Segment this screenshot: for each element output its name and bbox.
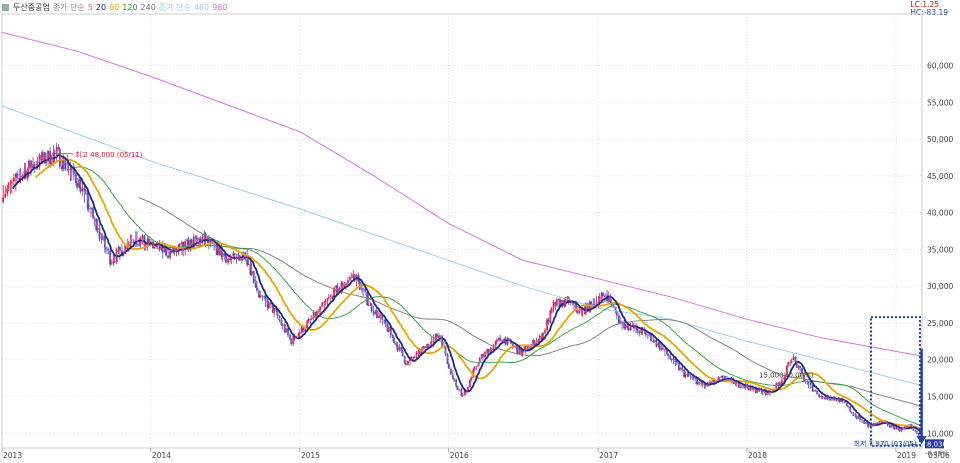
candle-body — [218, 246, 221, 256]
x-tick-label: 2013 — [3, 451, 22, 460]
y-tick-label: 35,000 — [927, 245, 953, 254]
candle-body — [167, 255, 169, 258]
candle-body — [378, 316, 380, 318]
candle-body — [550, 307, 553, 311]
candle-body — [235, 254, 238, 256]
y-tick-label: 20,000 — [927, 356, 953, 365]
candle-body — [83, 187, 86, 191]
x-tick-label: 2018 — [748, 451, 767, 460]
y-tick-label: 55,000 — [927, 98, 953, 107]
y-tick-label: 40,000 — [927, 209, 953, 218]
candle-body — [722, 375, 724, 377]
candle-body — [756, 391, 759, 393]
candle-body — [372, 311, 375, 315]
y-tick-label: 45,000 — [927, 172, 953, 181]
ma5-line — [4, 148, 922, 439]
last-price-label: 8,030 — [927, 440, 947, 448]
candle-body — [41, 152, 44, 161]
candle-body — [602, 292, 604, 296]
y-tick-label: 50,000 — [927, 135, 953, 144]
ma60-line — [35, 158, 923, 431]
candle-body — [830, 399, 832, 401]
candle-body — [88, 208, 90, 210]
y-tick-label: 25,000 — [927, 319, 953, 328]
candle-body — [76, 183, 78, 188]
candle-body — [130, 241, 133, 243]
x-tick-label: 2016 — [450, 451, 469, 460]
candle-body — [2, 197, 5, 203]
y-tick-label: 15,000 — [927, 393, 953, 402]
candle-body — [259, 295, 262, 298]
candle-body — [578, 309, 581, 314]
price-plot: 10,000 15,000 20,000 25,000 30,000 35,000 40,0… — [1, 13, 953, 460]
last-change-label: -0.49% — [925, 449, 948, 457]
ma120-line — [69, 166, 923, 427]
candle-body — [619, 321, 621, 323]
candle-body — [612, 306, 615, 308]
high-label: 최고 48,000 (05/11) — [75, 150, 143, 159]
x-tick-label: 2015 — [301, 451, 320, 460]
candle-body — [739, 386, 741, 388]
candle-body — [28, 160, 30, 169]
candle-body — [898, 429, 901, 432]
candle-body — [367, 305, 370, 307]
ma20-line — [12, 153, 923, 435]
candle-body — [237, 254, 240, 256]
candle-body — [247, 264, 250, 265]
candle-body — [119, 247, 121, 251]
candle-body — [254, 282, 257, 288]
x-tick-label: 2017 — [599, 451, 618, 460]
candle-body — [672, 358, 675, 360]
candle-body — [178, 243, 181, 245]
candle-body — [96, 228, 99, 230]
mid-label: 15,000 (0.00%) — [759, 371, 814, 379]
candle-body — [741, 386, 743, 388]
candle-body — [246, 259, 249, 265]
candle-body — [376, 310, 378, 318]
candle-body — [113, 261, 116, 263]
ma960-line — [1, 31, 923, 357]
candle-body — [312, 312, 315, 319]
candle-body — [194, 236, 197, 239]
y-tick-label: 10,000 — [927, 429, 953, 438]
candle-body — [664, 348, 666, 350]
y-tick-label: 30,000 — [927, 282, 953, 291]
low-label: 최저 7,970 (03/05) — [854, 439, 917, 448]
candle-body — [233, 253, 236, 255]
candle-body — [10, 181, 13, 183]
candle-body — [9, 182, 12, 184]
x-tick-label: 2019 — [897, 451, 916, 460]
candle-body — [141, 235, 144, 240]
candle-body — [781, 381, 784, 383]
candle-body — [878, 421, 881, 423]
candle-body — [110, 263, 113, 265]
x-tick-label: 2014 — [152, 451, 171, 460]
chart: 두산중공업 종가 단순 5 20 60 120 240 종가 단순 480 96… — [0, 0, 960, 463]
candle-body — [45, 161, 47, 164]
candle-body — [407, 361, 409, 365]
candle-body — [627, 328, 630, 331]
candle-body — [170, 250, 173, 253]
candle-body — [6, 188, 9, 194]
candle-body — [136, 243, 138, 245]
candle-body — [439, 335, 442, 337]
y-tick-label: 60,000 — [927, 61, 953, 70]
candle-body — [590, 301, 593, 305]
candle-body — [323, 302, 326, 303]
